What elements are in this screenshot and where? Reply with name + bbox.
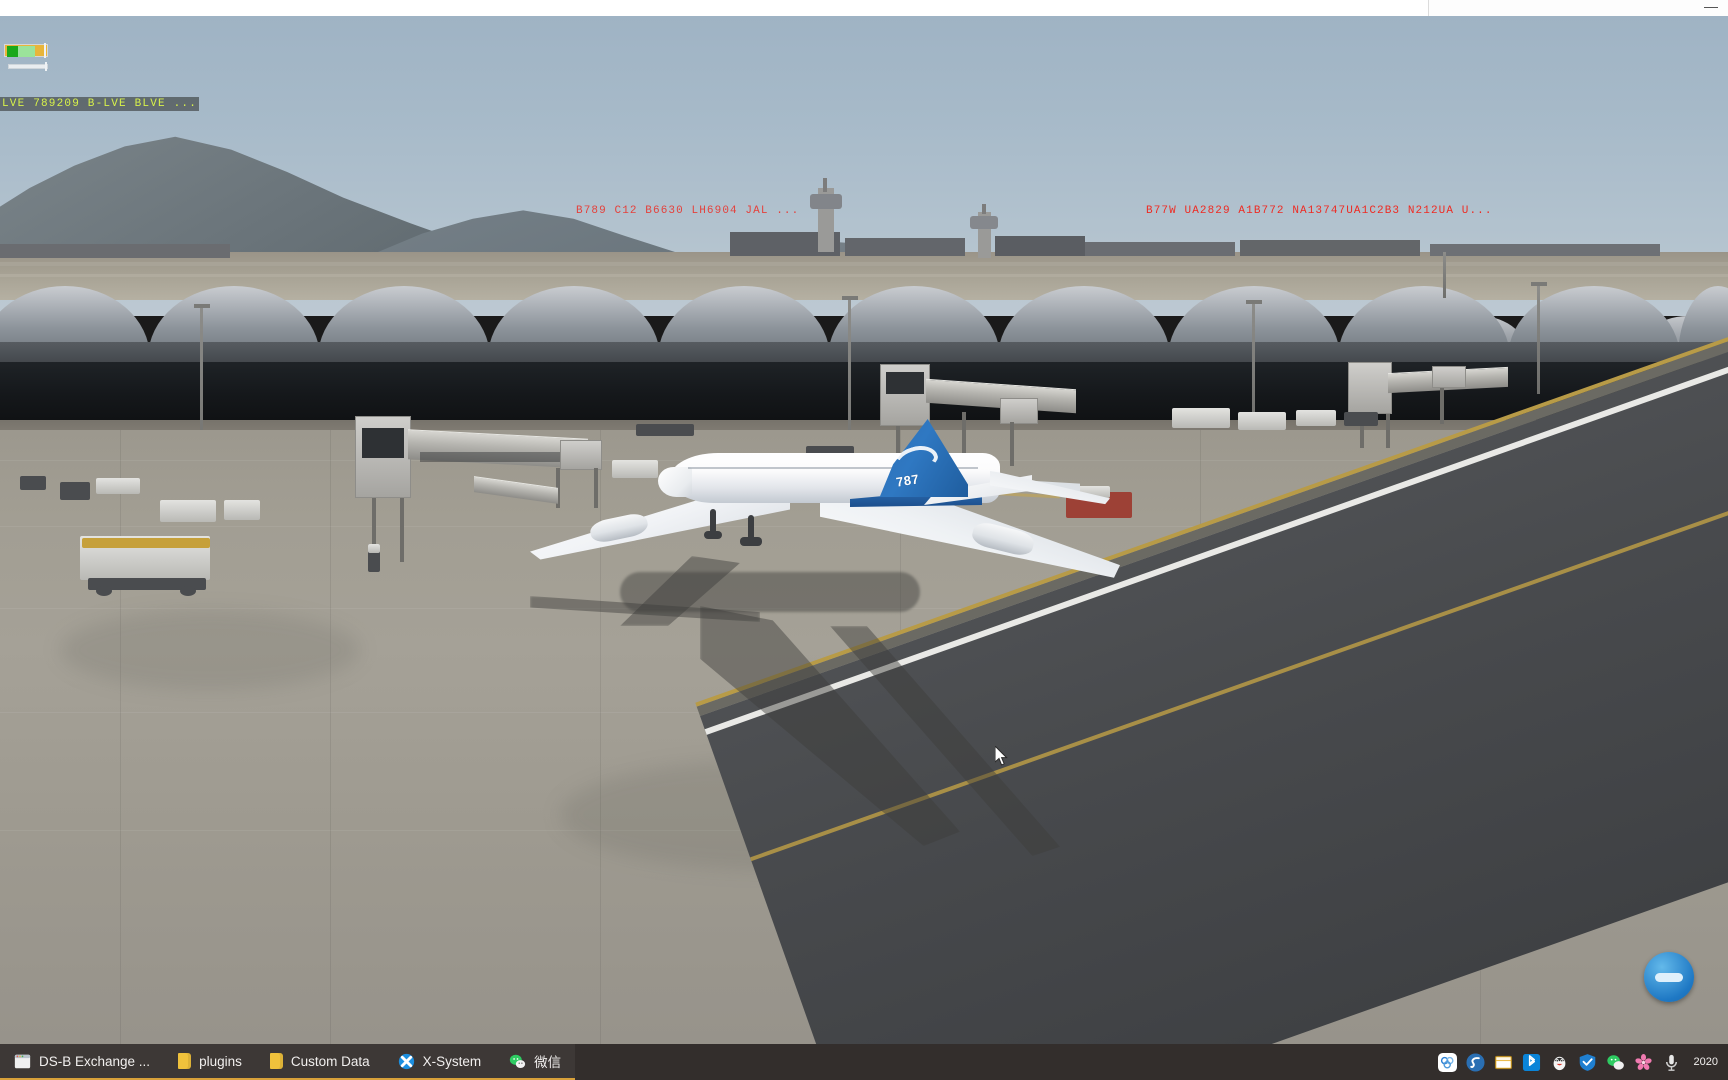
minimize-icon[interactable]: [1704, 7, 1718, 8]
light-pole-head: [194, 304, 210, 308]
light-pole: [1537, 284, 1540, 394]
taskbar-item-label: plugins: [199, 1053, 242, 1069]
taskbar-item-custom-data[interactable]: Custom Data: [255, 1044, 384, 1080]
microphone-icon[interactable]: [1662, 1053, 1681, 1072]
ground-vehicle: [1344, 412, 1378, 426]
traffic-label-red: B77W UA2829 A1B772 NA13747UA1C2B3 N212UA…: [1146, 205, 1493, 217]
tencent-pc-manager-icon[interactable]: [1578, 1053, 1597, 1072]
wheel: [180, 586, 196, 596]
ground-vehicle: [60, 482, 90, 500]
traffic-label-red: B789 C12 B6630 LH6904 JAL ...: [576, 205, 800, 217]
taskbar-clock[interactable]: 2020: [1690, 1056, 1718, 1068]
apron-marker-stripe: [368, 544, 380, 553]
ground-vehicle: [20, 476, 46, 490]
nose-gear-wheels: [704, 531, 722, 539]
ground-vehicle: [224, 500, 260, 520]
window-chrome-panel: [1428, 0, 1728, 16]
control-tower-cab: [970, 216, 998, 229]
qq-icon[interactable]: [1550, 1053, 1569, 1072]
mouse-cursor: [995, 746, 1008, 766]
wechat-icon[interactable]: [1606, 1053, 1625, 1072]
distant-building: [1240, 240, 1420, 256]
jet-bridge-window: [886, 372, 924, 394]
window-chrome-strip: [0, 0, 1728, 16]
jet-bridge-window: [362, 428, 404, 458]
taskbar-item-label: DS-B Exchange ...: [39, 1053, 151, 1069]
folder-icon: [178, 1053, 192, 1069]
system-tray[interactable]: 2020: [1437, 1052, 1728, 1072]
x-plane-icon: [398, 1053, 414, 1069]
bluetooth-icon[interactable]: [1522, 1053, 1541, 1072]
vr-goggles-icon: [1655, 973, 1683, 982]
ground-vehicle: [160, 500, 216, 522]
distant-building: [1430, 244, 1660, 256]
control-tower-cab: [810, 194, 842, 209]
ground-vehicle: [1238, 412, 1286, 430]
light-pole-head: [1246, 300, 1262, 304]
desktop: 787 LVE 789209 B-LVE BLVE ... B789 C12 B…: [0, 0, 1728, 1080]
vr-view-button[interactable]: [1644, 952, 1694, 1002]
distant-building: [0, 244, 230, 258]
load-progress-tick: [44, 43, 46, 58]
sakura-icon[interactable]: [1634, 1053, 1653, 1072]
jet-bridge-cab: [1432, 366, 1466, 388]
taskbar-item-wechat[interactable]: 微信: [495, 1044, 576, 1080]
nose-cone: [658, 467, 692, 497]
ground-vehicle: [1172, 408, 1230, 428]
wechat-icon: [509, 1054, 526, 1068]
light-pole: [1443, 252, 1446, 298]
clock-date: 2020: [1693, 1056, 1718, 1068]
light-pole-head: [842, 296, 858, 300]
terminal-building: [0, 286, 1728, 446]
ground-vehicle: [96, 478, 140, 494]
taskbar-item-plugins[interactable]: plugins: [164, 1044, 256, 1080]
taskbar-item-label: Custom Data: [290, 1053, 370, 1069]
distant-building: [1085, 242, 1235, 256]
control-tower-mast: [823, 178, 827, 192]
baidu-netdisk-icon[interactable]: [1437, 1052, 1457, 1072]
jet-bridge-rotunda: [1348, 362, 1392, 414]
ground-vehicle-roof: [82, 538, 210, 548]
secondary-progress-bar: [8, 64, 48, 69]
light-pole-head: [1531, 282, 1547, 286]
taskbar[interactable]: DS-B Exchange ... plugins Custom Data X-…: [0, 1044, 1728, 1080]
control-tower-mast: [982, 204, 986, 214]
taskbar-item-label: 微信: [534, 1055, 562, 1070]
jet-bridge-cab: [1000, 398, 1038, 424]
sogou-icon[interactable]: [1465, 1052, 1485, 1072]
load-progress-fill: [7, 46, 35, 57]
aircraft-boeing-787: 787: [520, 419, 1140, 631]
secondary-progress-tick: [45, 62, 47, 71]
taskbar-item-adsb-exchange[interactable]: DS-B Exchange ...: [0, 1044, 165, 1080]
simulator-viewport[interactable]: 787 LVE 789209 B-LVE BLVE ... B789 C12 B…: [0, 16, 1728, 1058]
distant-building: [845, 238, 965, 256]
browser-icon: [14, 1054, 31, 1068]
folder-icon: [269, 1053, 283, 1069]
distant-building: [995, 236, 1085, 256]
distant-taxiway: [0, 274, 1728, 277]
distant-taxiway: [0, 262, 1728, 266]
taskbar-item-label: X-System: [422, 1053, 482, 1069]
taskbar-item-x-system[interactable]: X-System: [383, 1044, 496, 1080]
traffic-label-green: LVE 789209 B-LVE BLVE ...: [0, 97, 200, 111]
window-icon[interactable]: [1494, 1053, 1513, 1072]
main-gear-left-wheels: [740, 537, 762, 546]
ground-vehicle: [1296, 410, 1336, 426]
wheel: [96, 586, 112, 596]
load-progress-bar: [4, 44, 48, 57]
